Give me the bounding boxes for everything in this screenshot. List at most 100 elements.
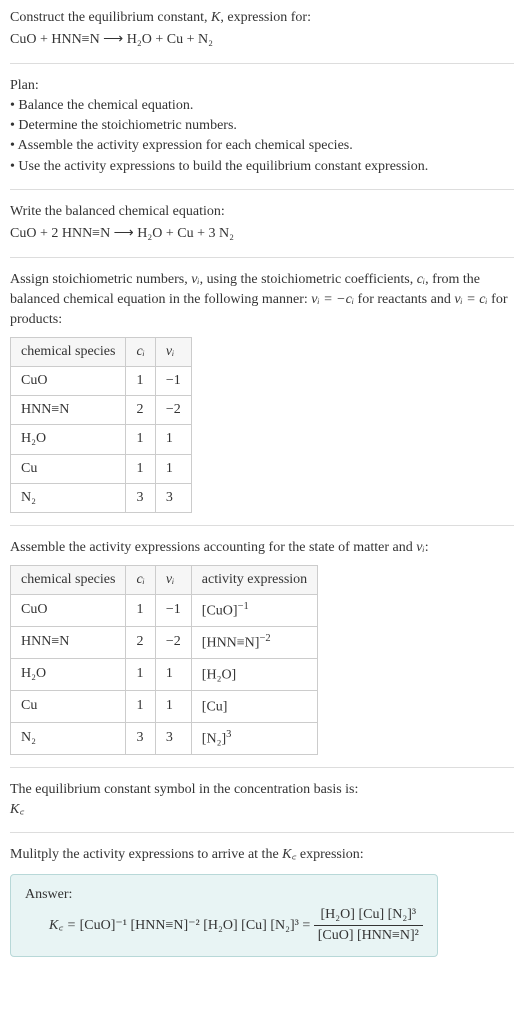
cell: CuO [11,594,126,626]
divider [10,189,514,190]
divider [10,63,514,64]
act-base: [Cu] [202,699,228,714]
divider [10,257,514,258]
col-nu: νᵢ [155,337,191,366]
kc-intro-line: The equilibrium constant symbol in the c… [10,780,514,800]
cell: 2 [126,626,155,658]
cell-activity: [N₂]3 [191,722,317,754]
cell-activity: [Cu] [191,690,317,722]
assign-rel: νᵢ = cᵢ [454,292,487,307]
activity-heading-nu: νᵢ [416,540,424,555]
col-nu: νᵢ [155,565,191,594]
answer-box: Answer: K꜀ = [CuO]⁻¹ [HNN≡N]⁻² [H₂O] [Cu… [10,874,438,958]
cell: 3 [155,722,191,754]
answer-fraction: [H₂O] [Cu] [N₂]³ [CuO] [HNN≡N]² [314,905,423,947]
cell: N₂ [11,484,126,513]
cell-activity: [CuO]−1 [191,594,317,626]
answer-label: Answer: [25,885,423,905]
multiply-kc: K꜀ [282,847,296,862]
question-heading: Construct the equilibrium constant, K, e… [10,8,514,28]
act-exp: 3 [226,729,231,740]
cell: 1 [155,658,191,690]
act-exp: −1 [238,601,249,612]
cell: H₂O [11,658,126,690]
assign-ci: cᵢ [417,272,425,287]
plan-item: • Balance the chemical equation. [10,96,514,116]
table-row: N₂33 [11,484,192,513]
table-row: CuO 1 −1 [CuO]−1 [11,594,318,626]
table-row: H₂O11 [11,425,192,454]
fraction-numerator: [H₂O] [Cu] [N₂]³ [314,905,423,926]
cell: 3 [126,484,155,513]
cell: 1 [126,594,155,626]
col-activity: activity expression [191,565,317,594]
activity-table: chemical species cᵢ νᵢ activity expressi… [10,565,318,755]
table-row: CuO1−1 [11,366,192,395]
act-base: [N₂] [202,731,226,746]
assign-nu: νᵢ [191,272,199,287]
act-base: [H₂O] [202,668,236,683]
cell: −1 [155,594,191,626]
heading-prefix: Construct the equilibrium constant, [10,10,211,25]
assign-part: , using the stoichiometric coefficients, [200,272,417,287]
multiply-prefix: Mulitply the activity expressions to arr… [10,847,282,862]
cell: −2 [155,626,191,658]
cell: 1 [126,454,155,483]
cell: 1 [126,366,155,395]
cell: 1 [155,690,191,722]
cell: 1 [126,658,155,690]
assign-part: for reactants and [354,292,454,307]
heading-K: K [211,10,220,25]
cell: HNN≡N [11,396,126,425]
cell: 2 [126,396,155,425]
activity-heading-prefix: Assemble the activity expressions accoun… [10,540,416,555]
table-row: HNN≡N2−2 [11,396,192,425]
balanced-equation: CuO + 2 HNN≡N ⟶ H₂O + Cu + 3 N₂ [10,224,514,244]
table-row: N₂ 3 3 [N₂]3 [11,722,318,754]
cell: 1 [155,454,191,483]
fraction-denominator: [CuO] [HNN≡N]² [314,926,423,946]
multiply-line: Mulitply the activity expressions to arr… [10,845,514,865]
plan-item: • Determine the stoichiometric numbers. [10,116,514,136]
multiply-suffix: expression: [296,847,363,862]
stoich-table: chemical species cᵢ νᵢ CuO1−1 HNN≡N2−2 H… [10,337,192,514]
assign-part: Assign stoichiometric numbers, [10,272,191,287]
kc-symbol: K꜀ [10,800,514,820]
table-row: Cu 1 1 [Cu] [11,690,318,722]
answer-expression: K꜀ = [CuO]⁻¹ [HNN≡N]⁻² [H₂O] [Cu] [N₂]³ … [49,905,423,947]
cell: −2 [155,396,191,425]
cell: H₂O [11,425,126,454]
table-row: Cu11 [11,454,192,483]
cell: CuO [11,366,126,395]
activity-heading-suffix: : [425,540,429,555]
cell: Cu [11,454,126,483]
plan-item: • Use the activity expressions to build … [10,157,514,177]
cell: 1 [155,425,191,454]
cell: 3 [155,484,191,513]
assign-rel: νᵢ = −cᵢ [311,292,354,307]
activity-heading: Assemble the activity expressions accoun… [10,538,514,558]
table-header-row: chemical species cᵢ νᵢ [11,337,192,366]
answer-lhs: K꜀ = [49,918,80,933]
col-ci: cᵢ [126,565,155,594]
cell: 3 [126,722,155,754]
col-species: chemical species [11,565,126,594]
act-base: [HNN≡N] [202,636,260,651]
answer-flat: [CuO]⁻¹ [HNN≡N]⁻² [H₂O] [Cu] [N₂]³ = [80,918,314,933]
divider [10,525,514,526]
act-exp: −2 [259,633,270,644]
plan-heading: Plan: [10,76,514,96]
cell: HNN≡N [11,626,126,658]
cell-activity: [H₂O] [191,658,317,690]
cell: N₂ [11,722,126,754]
col-species: chemical species [11,337,126,366]
cell-activity: [HNN≡N]−2 [191,626,317,658]
divider [10,767,514,768]
table-row: H₂O 1 1 [H₂O] [11,658,318,690]
cell: −1 [155,366,191,395]
heading-suffix: , expression for: [220,10,311,25]
act-base: [CuO] [202,604,238,619]
cell: 1 [126,425,155,454]
table-header-row: chemical species cᵢ νᵢ activity expressi… [11,565,318,594]
balanced-heading: Write the balanced chemical equation: [10,202,514,222]
